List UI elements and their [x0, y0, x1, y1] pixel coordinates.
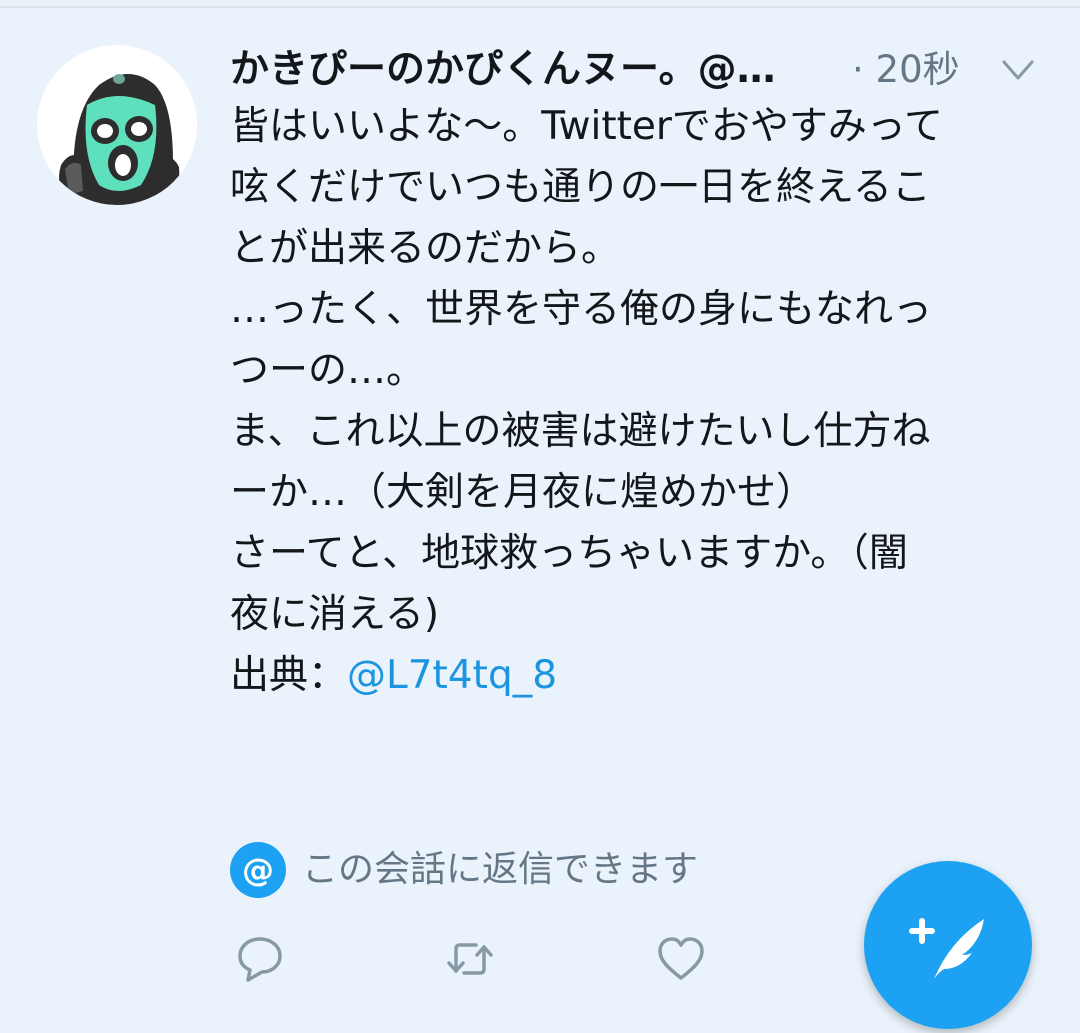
tweet-source-line: 出典：@L7t4tq_8 — [230, 645, 1050, 706]
avatar-image — [37, 45, 197, 205]
source-label: 出典： — [230, 653, 348, 698]
tweet-text-line: …ったく、世界を守る俺の身にもなれっ — [230, 287, 933, 332]
tweet-text-line: 呟くだけでいつも通りの一日を終えるこ — [230, 165, 931, 210]
top-divider — [0, 6, 1080, 8]
tweet-text-line: ーか…（大剣を月夜に煌めかせ） — [230, 470, 816, 515]
compose-tweet-button[interactable] — [864, 861, 1032, 1029]
display-name[interactable]: かきぴーのかぴくんヌー。@… — [230, 46, 845, 94]
tweet-text: 皆はいいよな〜。Twitterでおやすみって 呟くだけでいつも通りの一日を終える… — [230, 96, 1050, 706]
retweet-icon[interactable] — [444, 933, 496, 985]
tweet-text-line: さーてと、地球救っちゃいますか。（闇 — [230, 531, 908, 576]
reply-icon[interactable] — [234, 933, 286, 985]
reply-permission-text: この会話に返信できます — [302, 849, 699, 890]
tweet-text-line: つーの…。 — [230, 348, 426, 393]
tweet-text-line: ま、これ以上の被害は避けたいし仕方ね — [230, 409, 931, 454]
chevron-down-icon[interactable] — [996, 48, 1040, 92]
tweet-text-line: とが出来るのだから。 — [230, 226, 621, 271]
avatar[interactable] — [37, 45, 197, 205]
heart-icon[interactable] — [655, 933, 707, 985]
tweet-timestamp[interactable]: · 20秒 — [852, 46, 960, 94]
tweet-text-line: 夜に消える) — [230, 592, 440, 637]
reply-permission-banner: @ この会話に返信できます — [230, 842, 790, 898]
source-mention-link[interactable]: @L7t4tq_8 — [347, 653, 557, 698]
at-icon: @ — [230, 842, 286, 898]
tweet-text-line: 皆はいいよな〜。Twitterでおやすみって — [230, 104, 943, 149]
tweet-header: かきぴーのかぴくんヌー。@… · 20秒 — [230, 42, 1060, 98]
compose-tweet-icon — [909, 918, 984, 979]
